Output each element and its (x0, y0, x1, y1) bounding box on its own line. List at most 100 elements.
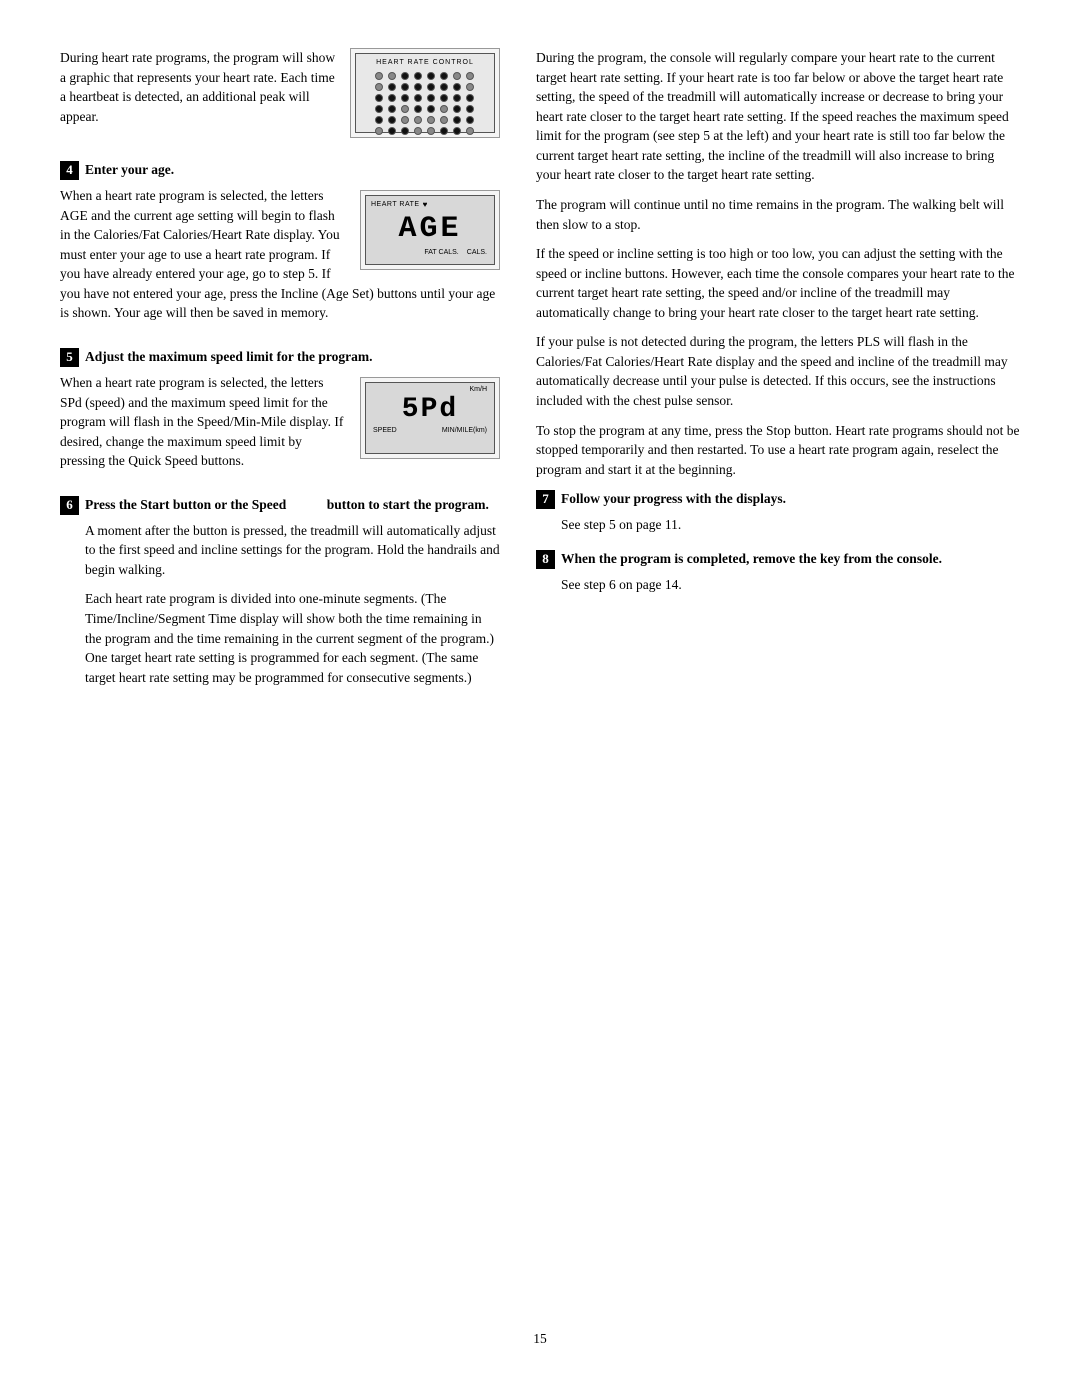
step6-title: Press the Start button or the Speed butt… (85, 495, 489, 515)
dot (375, 94, 383, 102)
step5-title: Adjust the maximum speed limit for the p… (85, 347, 372, 367)
dot (440, 127, 448, 135)
step4-content: HEART RATE ♥ AGE FAT CALS. CALS. (60, 186, 500, 333)
step8-title: When the program is completed, remove th… (561, 549, 942, 569)
dot (427, 72, 435, 80)
step5-section: 5 Adjust the maximum speed limit for the… (60, 347, 500, 481)
dot (440, 83, 448, 91)
dot (453, 116, 461, 124)
cals-label: CALS. (467, 248, 487, 258)
dot (427, 116, 435, 124)
intro-section: HEART RATE CONTROL (60, 48, 500, 146)
step6-content: A moment after the button is pressed, th… (85, 521, 500, 688)
dot (401, 94, 409, 102)
dot (375, 127, 383, 135)
dot (401, 83, 409, 91)
step8-section: 8 When the program is completed, remove … (536, 549, 1020, 595)
dot (466, 83, 474, 91)
step4-header: 4 Enter your age. (60, 160, 500, 180)
dot (414, 116, 422, 124)
step5-number: 5 (60, 348, 79, 367)
dot (414, 72, 422, 80)
dot (427, 127, 435, 135)
step8-number: 8 (536, 550, 555, 569)
dot (414, 83, 422, 91)
age-display-label: HEART RATE ♥ (371, 199, 489, 211)
page: HEART RATE CONTROL (0, 0, 1080, 1397)
dot (466, 116, 474, 124)
dot (453, 83, 461, 91)
step4-number: 4 (60, 161, 79, 180)
dot (375, 72, 383, 80)
panel-top-label: HEART RATE CONTROL (376, 58, 474, 68)
dot (466, 94, 474, 102)
dot (453, 127, 461, 135)
dot (401, 72, 409, 80)
dot (388, 127, 396, 135)
dot (388, 105, 396, 113)
step6-header: 6 Press the Start button or the Speed bu… (60, 495, 500, 515)
dot (375, 116, 383, 124)
age-display-panel: HEART RATE ♥ AGE FAT CALS. CALS. (360, 190, 500, 270)
speed-display-panel: Km/H 5Pd SPEED MIN/MILE(km) (360, 377, 500, 459)
step7-header: 7 Follow your progress with the displays… (536, 489, 1020, 509)
dot (466, 105, 474, 113)
dot (466, 72, 474, 80)
speed-digits: 5Pd (371, 395, 489, 426)
dot (388, 94, 396, 102)
dot (388, 72, 396, 80)
dot (453, 72, 461, 80)
dot (401, 116, 409, 124)
right-para3: If the speed or incline setting is too h… (536, 244, 1020, 322)
dot (388, 116, 396, 124)
dot (375, 83, 383, 91)
step6-para2: Each heart rate program is divided into … (85, 589, 500, 687)
step8-content: See step 6 on page 14. (561, 575, 1020, 595)
dot (414, 127, 422, 135)
right-para1: During the program, the console will reg… (536, 48, 1020, 185)
dot (453, 105, 461, 113)
heartrate-control-panel: HEART RATE CONTROL (350, 48, 500, 138)
dot (401, 105, 409, 113)
dot (414, 94, 422, 102)
page-number: 15 (60, 1329, 1020, 1349)
dot (440, 116, 448, 124)
step4-title: Enter your age. (85, 160, 174, 180)
dot (375, 105, 383, 113)
right-para5: To stop the program at any time, press t… (536, 421, 1020, 480)
step4-section: 4 Enter your age. HEART RATE ♥ AGE (60, 160, 500, 333)
step7-title: Follow your progress with the displays. (561, 489, 786, 509)
dots-grid (375, 72, 476, 135)
step7-number: 7 (536, 490, 555, 509)
dot (427, 94, 435, 102)
fat-cals-label: FAT CALS. (424, 248, 458, 258)
hr-label-text: HEART RATE (371, 200, 420, 210)
step6-para1: A moment after the button is pressed, th… (85, 521, 500, 580)
step7-content: See step 5 on page 11. (561, 515, 1020, 535)
step5-content: Km/H 5Pd SPEED MIN/MILE(km) When a heart… (60, 373, 500, 481)
step8-para1: See step 6 on page 14. (561, 575, 1020, 595)
dot (427, 83, 435, 91)
step5-header: 5 Adjust the maximum speed limit for the… (60, 347, 500, 367)
step8-header: 8 When the program is completed, remove … (536, 549, 1020, 569)
right-para4: If your pulse is not detected during the… (536, 332, 1020, 410)
right-column: During the program, the console will reg… (536, 48, 1020, 1309)
age-digits: AGE (371, 213, 489, 246)
dot (401, 127, 409, 135)
min-mile-label: MIN/MILE(km) (442, 426, 487, 436)
step6-section: 6 Press the Start button or the Speed bu… (60, 495, 500, 688)
dot (440, 72, 448, 80)
dot (440, 94, 448, 102)
right-para2: The program will continue until no time … (536, 195, 1020, 234)
speed-label: SPEED (373, 426, 397, 436)
dot (466, 127, 474, 135)
dot (453, 94, 461, 102)
dot (388, 83, 396, 91)
age-bottom-labels: FAT CALS. CALS. (371, 248, 489, 258)
speed-bottom-labels: SPEED MIN/MILE(km) (371, 426, 489, 436)
dot (440, 105, 448, 113)
step7-para1: See step 5 on page 11. (561, 515, 1020, 535)
dot (427, 105, 435, 113)
step6-number: 6 (60, 496, 79, 515)
dot (414, 105, 422, 113)
